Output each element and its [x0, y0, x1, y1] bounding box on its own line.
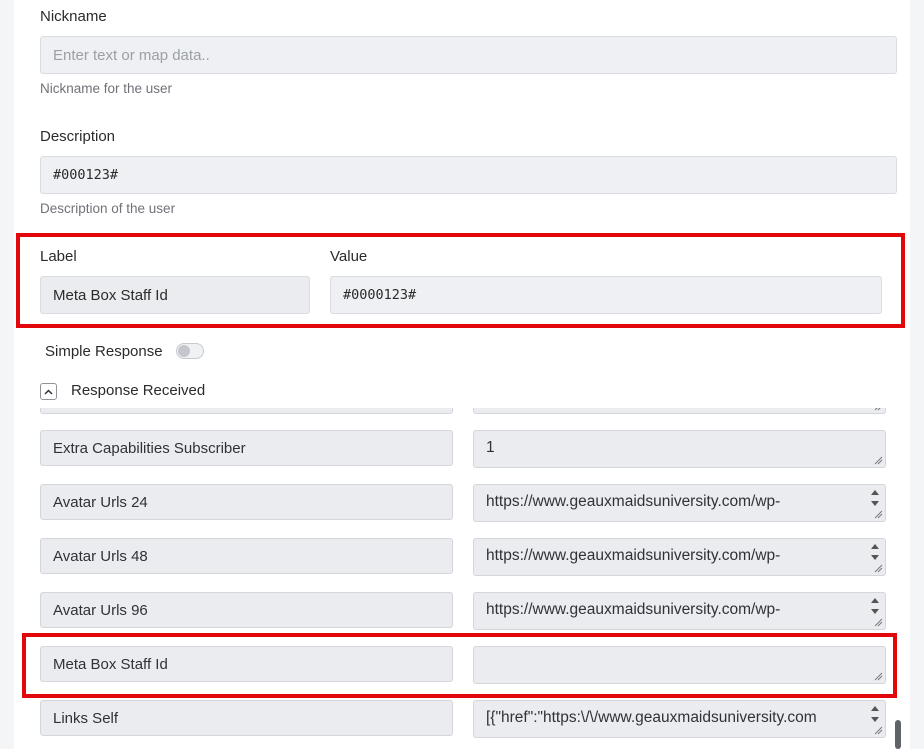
- description-input[interactable]: #000123#: [40, 156, 897, 194]
- simple-response-label: Simple Response: [45, 343, 163, 360]
- row-value-text: https://www.geauxmaidsuniversity.com/wp-: [486, 547, 781, 564]
- description-help: Description of the user: [40, 201, 176, 216]
- meta-label-input[interactable]: Meta Box Staff Id: [40, 276, 310, 314]
- scrollbar-thumb[interactable]: [895, 720, 901, 749]
- resize-handle-icon[interactable]: [874, 510, 883, 519]
- spinner-arrows-icon[interactable]: [870, 704, 880, 724]
- resize-handle-icon[interactable]: [874, 408, 883, 411]
- spinner-arrows-icon[interactable]: [870, 596, 880, 616]
- row-label-avatar-96[interactable]: Avatar Urls 96: [40, 592, 453, 628]
- row-value-text: https://www.geauxmaidsuniversity.com/wp-: [486, 601, 781, 618]
- nickname-input[interactable]: Enter text or map data..: [40, 36, 897, 74]
- resize-handle-icon[interactable]: [874, 726, 883, 735]
- chevron-up-icon[interactable]: [40, 383, 57, 400]
- row-value-text: [{"href":"https:\/\/www.geauxmaidsuniver…: [486, 709, 817, 726]
- row-value-avatar-48[interactable]: https://www.geauxmaidsuniversity.com/wp-: [473, 538, 886, 576]
- row-label-links-self[interactable]: Links Self: [40, 700, 453, 736]
- row-value-avatar-96[interactable]: https://www.geauxmaidsuniversity.com/wp-: [473, 592, 886, 630]
- row-label-avatar-24[interactable]: Avatar Urls 24: [40, 484, 453, 520]
- nickname-label: Nickname: [40, 8, 107, 25]
- response-received-label: Response Received: [71, 382, 206, 399]
- row-label-avatar-48[interactable]: Avatar Urls 48: [40, 538, 453, 574]
- spinner-arrows-icon[interactable]: [870, 542, 880, 562]
- meta-label-header: Label: [40, 248, 77, 265]
- simple-response-toggle[interactable]: [176, 343, 204, 359]
- resize-handle-icon[interactable]: [874, 564, 883, 573]
- row-value-links-self[interactable]: [{"href":"https:\/\/www.geauxmaidsuniver…: [473, 700, 886, 738]
- highlight-box-meta-row: [22, 633, 897, 698]
- row-label-hidden[interactable]: [40, 408, 453, 414]
- row-value-text: https://www.geauxmaidsuniversity.com/wp-: [486, 493, 781, 510]
- row-value-extra-capabilities[interactable]: 1: [473, 430, 886, 468]
- spinner-arrows-icon[interactable]: [870, 488, 880, 508]
- resize-handle-icon[interactable]: [874, 456, 883, 465]
- meta-value-header: Value: [330, 248, 368, 265]
- right-rail: [910, 0, 924, 749]
- resize-handle-icon[interactable]: [874, 618, 883, 627]
- row-value-avatar-24[interactable]: https://www.geauxmaidsuniversity.com/wp-: [473, 484, 886, 522]
- row-value-text: 1: [486, 439, 495, 456]
- nickname-help: Nickname for the user: [40, 81, 173, 96]
- row-value-hidden[interactable]: [473, 408, 886, 414]
- row-label-extra-capabilities[interactable]: Extra Capabilities Subscriber: [40, 430, 453, 466]
- meta-value-input[interactable]: #0000123#: [330, 276, 882, 314]
- description-label: Description: [40, 128, 116, 145]
- toggle-knob: [178, 345, 190, 357]
